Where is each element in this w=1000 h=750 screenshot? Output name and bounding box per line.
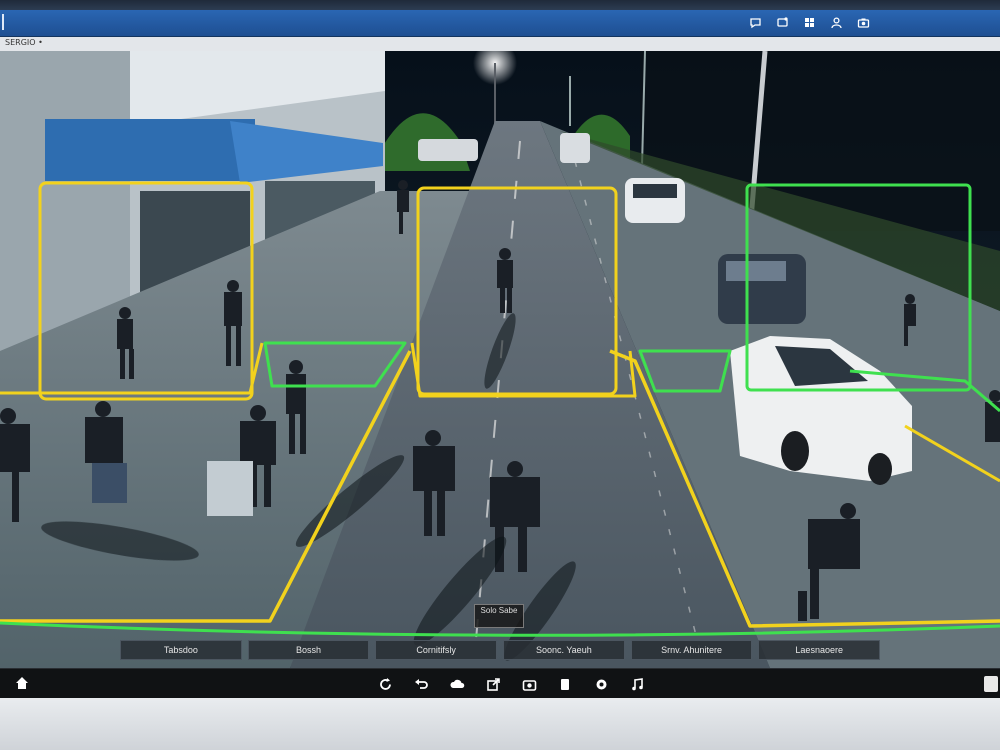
app-logo (2, 14, 12, 30)
zone-label[interactable]: Soonc. Yaeuh (503, 640, 625, 660)
street-scene (0, 51, 1000, 668)
sub-bar: SERGIO • (0, 37, 1000, 52)
undo-icon[interactable] (412, 675, 431, 694)
zone-label[interactable]: Cornitifsly (375, 640, 498, 660)
chat-icon[interactable] (747, 14, 764, 31)
zone-label[interactable]: Srnv. Ahunitere (630, 640, 753, 660)
camera-feed[interactable]: Solo Sabe (0, 51, 1000, 668)
blue-awning (45, 119, 255, 181)
music-icon[interactable] (628, 675, 647, 694)
cloud-icon[interactable] (448, 675, 467, 694)
distant-car (625, 178, 685, 223)
dark-car (718, 254, 806, 324)
title-bar (0, 10, 1000, 37)
camera-icon[interactable] (855, 14, 872, 31)
zone-label[interactable]: Laesnaoere (758, 640, 881, 660)
home-icon[interactable] (14, 675, 30, 695)
zone-label[interactable]: Tabsdoo (120, 640, 242, 660)
settings-icon[interactable] (592, 675, 611, 694)
window-footer (0, 698, 1000, 750)
grid-icon[interactable] (801, 14, 818, 31)
breadcrumb: SERGIO • (5, 38, 43, 47)
control-bar (0, 668, 1000, 699)
copy-icon[interactable] (556, 675, 575, 694)
top-strip (0, 0, 1000, 10)
capture-icon[interactable] (520, 675, 539, 694)
zone-label[interactable]: Bossh (247, 640, 370, 660)
message-icon[interactable] (774, 14, 791, 31)
playback-controls (376, 675, 647, 694)
zone-label-bar: Tabsdoo Bossh Cornitifsly Soonc. Yaeuh S… (120, 640, 881, 662)
refresh-icon[interactable] (376, 675, 395, 694)
user-icon[interactable] (828, 14, 845, 31)
side-panel-button[interactable] (984, 676, 998, 692)
title-toolbar (747, 14, 872, 31)
export-icon[interactable] (484, 675, 503, 694)
far-van (560, 133, 590, 163)
overlay-tag: Solo Sabe (474, 604, 524, 628)
overlay-tag-text: Solo Sabe (480, 606, 518, 615)
